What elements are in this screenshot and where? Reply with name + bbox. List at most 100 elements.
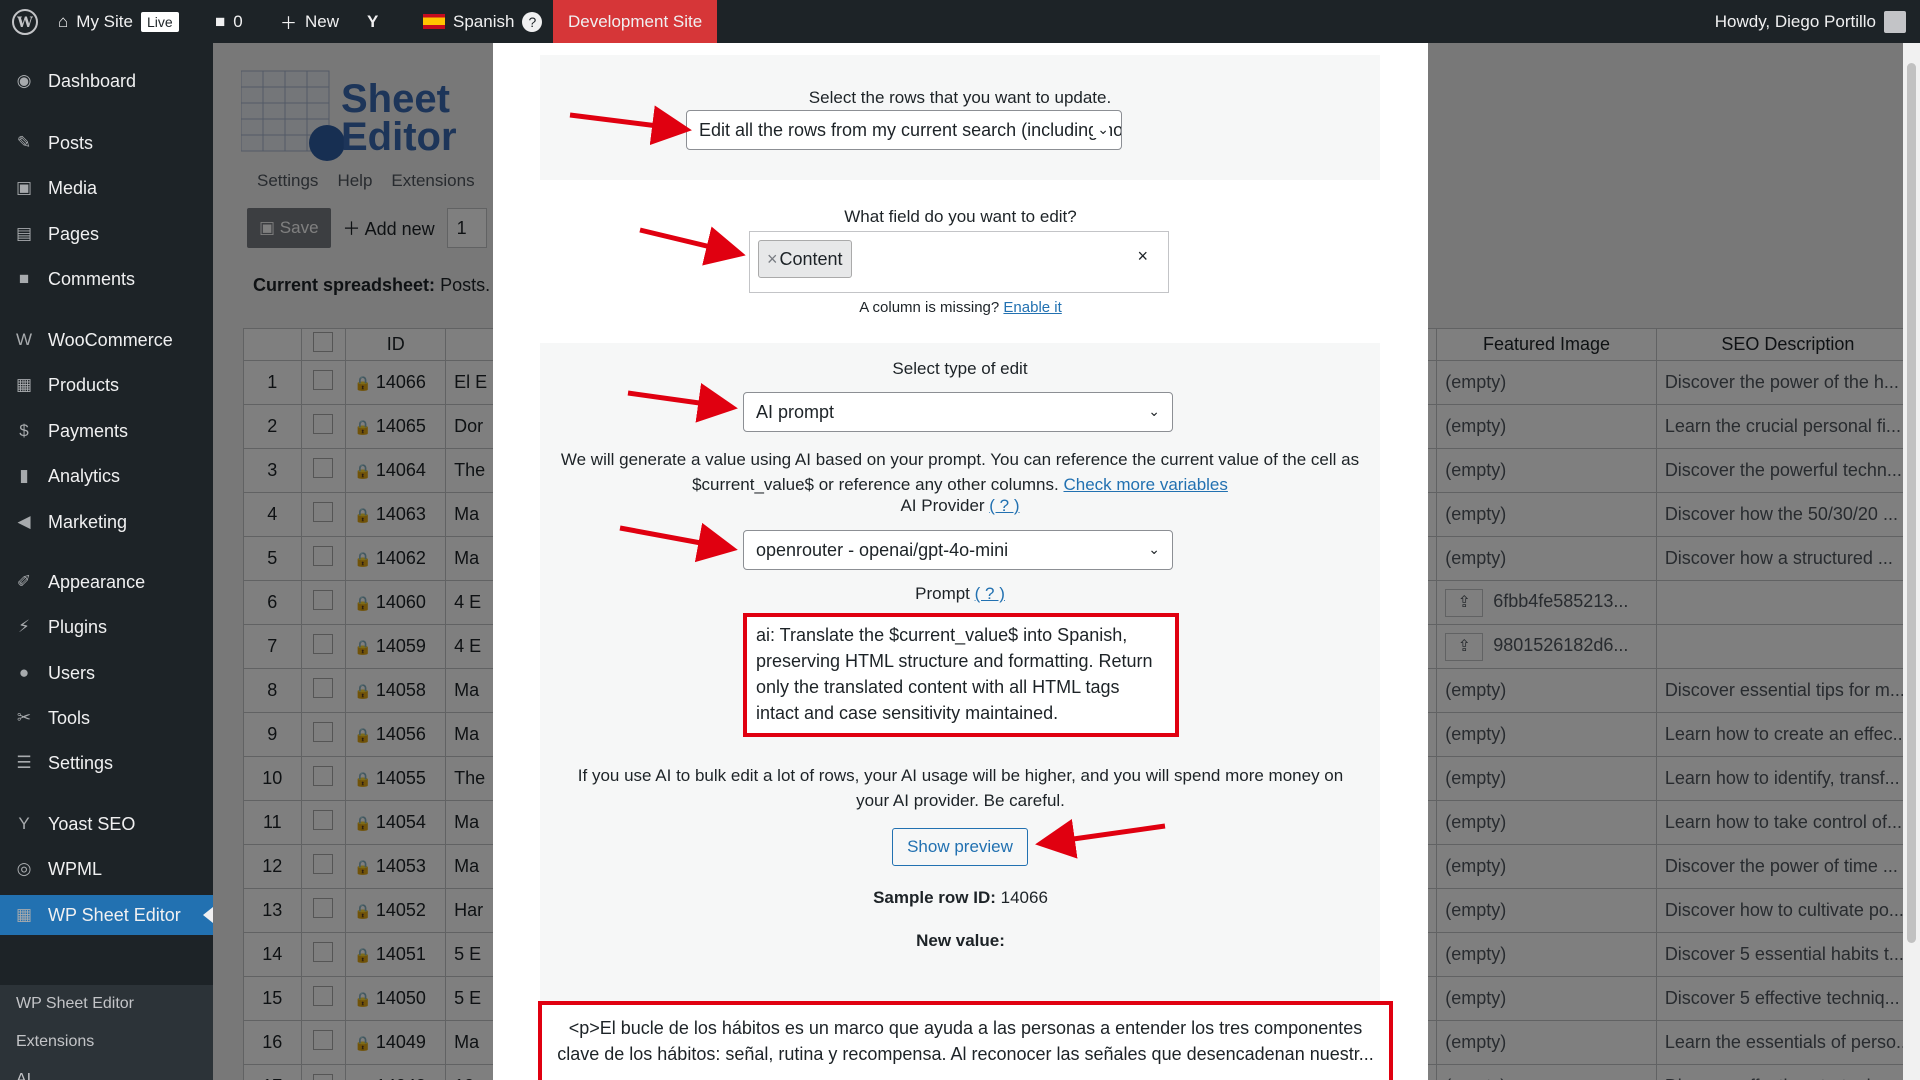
sidebar-item-label: Users — [48, 662, 96, 683]
yoast-icon[interactable]: Y — [367, 0, 378, 43]
sidebar-item-label: Posts — [48, 132, 94, 153]
edit-type-value: AI prompt — [756, 402, 835, 422]
language-switcher[interactable]: Spanish ? — [423, 0, 543, 43]
field-select[interactable]: × Content × — [749, 231, 1169, 293]
rows-select-value: Edit all the rows from my current search… — [699, 120, 1121, 140]
check-variables-link[interactable]: Check more variables — [1063, 475, 1227, 494]
sidebar-item-analytics[interactable]: ▮ Analytics — [0, 456, 213, 496]
sidebar-item-wpml[interactable]: ◎ WPML — [0, 849, 213, 889]
settings-icon: ☰ — [16, 753, 32, 772]
pages-icon: ▤ — [15, 224, 33, 243]
new-label: New — [305, 11, 340, 31]
missing-column-text: A column is missing? — [859, 299, 1000, 316]
sidebar-item-payments[interactable]: $ Payments — [0, 411, 213, 451]
show-preview-button[interactable]: Show preview — [892, 828, 1028, 866]
sidebar-item-label: Plugins — [48, 616, 108, 637]
sidebar-item-label: Comments — [48, 268, 136, 289]
rows-label: Select the rows that you want to update. — [808, 88, 1112, 107]
page-scrollbar[interactable] — [1903, 43, 1920, 1080]
sample-row-id: 14066 — [1000, 888, 1048, 907]
language-label: Spanish — [453, 11, 515, 31]
sidebar-item-label: Yoast SEO — [48, 813, 136, 834]
prompt-textarea[interactable]: ai: Translate the $current_value$ into S… — [743, 613, 1179, 737]
new-content-menu[interactable]: ＋ New — [280, 0, 339, 43]
sidebar-item-label: Analytics — [48, 465, 121, 486]
sidebar-item-wp-sheet-editor[interactable]: ▦ WP Sheet Editor — [0, 895, 213, 935]
field-tag-content[interactable]: × Content — [758, 240, 852, 278]
dashboard-icon: ◉ — [16, 71, 32, 90]
comment-icon: ■ — [18, 269, 30, 288]
sidebar-item-pages[interactable]: ▤ Pages — [0, 214, 213, 254]
sidebar-item-comments[interactable]: ■ Comments — [0, 259, 213, 299]
sidebar-item-label: WooCommerce — [48, 329, 173, 350]
archive-icon: ▦ — [15, 375, 33, 394]
admin-sidebar: ◉ Dashboard ✎ Posts ▣ Media ▤ Pages ■ Comments W Wo… — [0, 43, 213, 1080]
edit-type-label: Select type of edit — [892, 359, 1028, 378]
edit-type-select[interactable]: AI prompt ⌄ — [743, 392, 1173, 432]
wordpress-logo-icon[interactable]: W — [12, 0, 38, 43]
sidebar-item-tools[interactable]: ✂ Tools — [0, 698, 213, 738]
home-icon: ⌂ — [58, 11, 69, 31]
admin-bar: W ⌂ My Site Live ■ 0 ＋ New Y Spanish ? D… — [0, 0, 1920, 43]
new-value-label: New value: — [916, 931, 1005, 950]
rows-select[interactable]: Edit all the rows from my current search… — [686, 110, 1122, 150]
submenu-item[interactable]: WP Sheet Editor — [16, 995, 134, 1013]
sidebar-item-posts[interactable]: ✎ Posts — [0, 123, 213, 163]
site-menu[interactable]: ⌂ My Site Live — [58, 0, 179, 43]
sidebar-item-plugins[interactable]: ⚡ Plugins — [0, 607, 213, 647]
sidebar-item-label: Tools — [48, 707, 91, 728]
enable-column-link[interactable]: Enable it — [1003, 299, 1061, 316]
ai-description: We will generate a value using AI based … — [540, 447, 1380, 497]
rows-section: Select the rows that you want to update.… — [540, 55, 1380, 180]
development-site-badge[interactable]: Development Site — [553, 0, 718, 43]
provider-label-row: AI Provider ( ? ) — [540, 496, 1380, 516]
account-menu[interactable]: Howdy, Diego Portillo — [1715, 0, 1906, 43]
ai-description-line1: We will generate a value using AI based … — [560, 450, 1360, 469]
ai-description-line2: $current_value$ or reference any other c… — [692, 475, 1059, 494]
sidebar-item-settings[interactable]: ☰ Settings — [0, 743, 213, 783]
chevron-down-icon: ⌄ — [1148, 403, 1160, 419]
sidebar-item-label: Dashboard — [48, 70, 137, 91]
sidebar-item-woocommerce[interactable]: W WooCommerce — [0, 320, 213, 360]
dollar-icon: $ — [19, 421, 29, 440]
prompt-label: Prompt — [915, 584, 970, 603]
plug-icon: ⚡ — [18, 617, 30, 636]
megaphone-icon: ◀ — [17, 512, 31, 531]
sidebar-item-users[interactable]: ● Users — [0, 653, 213, 693]
sidebar-item-dashboard[interactable]: ◉ Dashboard — [0, 61, 213, 101]
svg-text:W: W — [16, 15, 33, 31]
bulk-edit-modal: Select the rows that you want to update.… — [493, 43, 1428, 1080]
sidebar-item-yoast-seo[interactable]: Y Yoast SEO — [0, 804, 213, 844]
sidebar-submenu: WP Sheet EditorExtensionsAIEdit Products — [0, 985, 213, 1080]
remove-tag-icon[interactable]: × — [767, 249, 778, 269]
sample-row-label: Sample row ID: — [873, 888, 996, 907]
submenu-item[interactable]: AI — [16, 1071, 31, 1080]
ai-provider-select[interactable]: openrouter - openai/gpt-4o-mini ⌄ — [743, 530, 1173, 570]
sidebar-item-products[interactable]: ▦ Products — [0, 365, 213, 405]
sidebar-item-media[interactable]: ▣ Media — [0, 168, 213, 208]
sidebar-item-marketing[interactable]: ◀ Marketing — [0, 502, 213, 542]
greeting: Howdy, Diego Portillo — [1714, 11, 1876, 31]
dev-site-label: Development Site — [568, 11, 703, 31]
sidebar-item-label: WP Sheet Editor — [48, 904, 181, 925]
submenu-item[interactable]: Extensions — [16, 1033, 94, 1051]
site-name: My Site — [76, 11, 133, 31]
sidebar-item-label: Media — [48, 177, 98, 198]
spain-flag-icon — [423, 14, 445, 29]
pin-icon: ✎ — [16, 133, 32, 152]
provider-help-link[interactable]: ( ? ) — [989, 496, 1019, 515]
provider-label: AI Provider — [900, 496, 985, 515]
woo-icon: W — [15, 330, 33, 349]
wpml-icon: ◎ — [16, 859, 32, 878]
clear-field-icon[interactable]: × — [1137, 246, 1148, 267]
field-tag-label: Content — [779, 249, 843, 269]
user-icon: ● — [18, 663, 30, 682]
scrollbar-thumb[interactable] — [1907, 63, 1916, 943]
live-badge: Live — [140, 11, 179, 32]
comments-menu[interactable]: ■ 0 — [215, 0, 243, 43]
prompt-help-link[interactable]: ( ? ) — [975, 584, 1005, 603]
avatar — [1884, 10, 1906, 33]
chevron-down-icon: ⌄ — [1148, 541, 1160, 557]
sidebar-item-appearance[interactable]: ✐ Appearance — [0, 562, 213, 602]
wrench-icon: ✂ — [16, 708, 32, 727]
